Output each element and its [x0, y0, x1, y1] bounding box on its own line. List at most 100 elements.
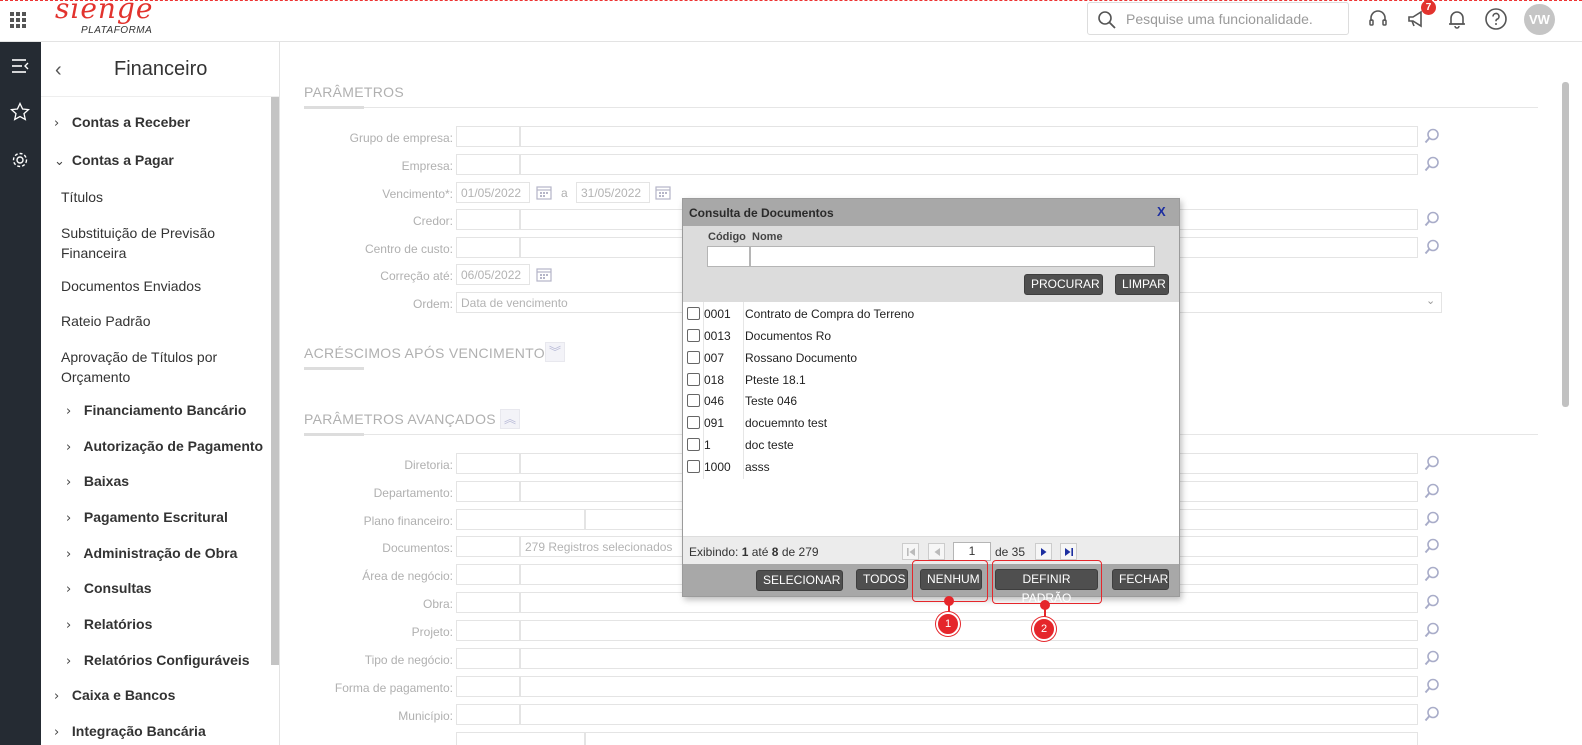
list-item[interactable]: 1000 asss	[687, 457, 1167, 477]
lookup-search-icon[interactable]	[1424, 678, 1440, 694]
list-item[interactable]: 0001 Contrato de Compra do Terreno	[687, 304, 1167, 324]
sidebar-item-contas-receber[interactable]: › Contas a Receber	[54, 114, 190, 131]
area-code-input[interactable]	[456, 564, 520, 585]
bell-icon[interactable]	[1445, 7, 1469, 31]
forma-name-input[interactable]	[520, 676, 1418, 697]
nome-filter-input[interactable]	[750, 246, 1155, 267]
sidebar-item-caixa-bancos[interactable]: › Caixa e Bancos	[54, 687, 175, 704]
plano-code-input[interactable]	[456, 509, 585, 530]
calendar-icon[interactable]	[655, 185, 671, 200]
list-item[interactable]: 018 Pteste 18.1	[687, 370, 1167, 390]
diretoria-code-input[interactable]	[456, 453, 520, 474]
page-number-input[interactable]: 1	[953, 542, 991, 561]
grupo-empresa-code-input[interactable]	[456, 126, 520, 147]
list-item[interactable]: 0013 Documentos Ro	[687, 326, 1167, 346]
prev-page-icon[interactable]	[928, 543, 945, 560]
expand-section-icon[interactable]: ︾	[545, 342, 565, 362]
credor-code-input[interactable]	[456, 209, 520, 230]
close-button[interactable]: X	[1157, 204, 1166, 219]
first-page-icon[interactable]	[902, 543, 919, 560]
obra-code-input[interactable]	[456, 592, 520, 613]
limpar-button[interactable]: LIMPAR	[1115, 274, 1169, 295]
settings-gear-icon[interactable]	[8, 148, 32, 172]
grupo-empresa-name-input[interactable]	[520, 126, 1418, 147]
lookup-search-icon[interactable]	[1424, 128, 1440, 144]
sidebar-item-relatorios[interactable]: › Relatórios	[66, 616, 152, 633]
calendar-icon[interactable]	[536, 267, 552, 282]
sidebar-item-baixas[interactable]: › Baixas	[66, 473, 129, 490]
vencimento-from-input[interactable]: 01/05/2022	[456, 182, 530, 203]
calendar-icon[interactable]	[536, 185, 552, 200]
lookup-search-icon[interactable]	[1424, 156, 1440, 172]
sidebar-item-consultas[interactable]: › Consultas	[66, 580, 152, 597]
lookup-search-icon[interactable]	[1424, 455, 1440, 471]
municipio-code-input[interactable]	[456, 704, 520, 725]
star-icon[interactable]	[8, 100, 32, 124]
next-page-icon[interactable]	[1035, 543, 1052, 560]
list-item[interactable]: 007 Rossano Documento	[687, 348, 1167, 368]
search-input[interactable]	[1126, 9, 1336, 29]
sidebar-item-pagamento-escritural[interactable]: › Pagamento Escritural	[66, 509, 228, 526]
forma-code-input[interactable]	[456, 676, 520, 697]
sidebar-item-autorizacao[interactable]: › Autorização de Pagamento	[66, 438, 263, 455]
lookup-search-icon[interactable]	[1424, 538, 1440, 554]
user-avatar[interactable]: VW	[1524, 4, 1555, 35]
selecionar-button[interactable]: SELECIONAR	[756, 570, 843, 591]
sidebar-item-aprovacao[interactable]: Aprovação de Títulos por Orçamento	[61, 347, 251, 387]
row-checkbox[interactable]	[687, 416, 700, 429]
sidebar-item-administracao-obra[interactable]: › Administração de Obra	[66, 545, 237, 562]
tipo-code-input[interactable]	[456, 648, 520, 669]
row-checkbox[interactable]	[687, 438, 700, 451]
municipio-name-input[interactable]	[520, 704, 1418, 725]
lookup-search-icon[interactable]	[1424, 594, 1440, 610]
fechar-button[interactable]: FECHAR	[1112, 569, 1169, 590]
row-checkbox[interactable]	[687, 351, 700, 364]
help-icon[interactable]	[1484, 7, 1508, 31]
lookup-search-icon[interactable]	[1424, 511, 1440, 527]
menu-collapse-icon[interactable]	[8, 54, 32, 78]
sidebar-item-rateio[interactable]: Rateio Padrão	[61, 313, 151, 329]
page-scrollbar[interactable]	[1562, 82, 1569, 407]
sidebar-item-contas-pagar[interactable]: ⌄ Contas a Pagar	[54, 152, 174, 169]
empresa-code-input[interactable]	[456, 154, 520, 175]
row-checkbox[interactable]	[687, 460, 700, 473]
sidebar-item-financiamento[interactable]: › Financiamento Bancário	[66, 402, 246, 419]
apps-grid-icon[interactable]	[10, 12, 26, 28]
list-item[interactable]: 046 Teste 046	[687, 391, 1167, 411]
list-item[interactable]: 091 docuemnto test	[687, 413, 1167, 433]
correcao-input[interactable]: 06/05/2022	[456, 264, 530, 285]
vencimento-to-input[interactable]: 31/05/2022	[576, 182, 650, 203]
empresa-name-input[interactable]	[520, 154, 1418, 175]
lookup-search-icon[interactable]	[1424, 566, 1440, 582]
next-field-code-input[interactable]	[456, 732, 585, 745]
sidebar-item-substituicao[interactable]: Substituição de Previsão Financeira	[61, 223, 241, 263]
lookup-search-icon[interactable]	[1424, 483, 1440, 499]
lookup-search-icon[interactable]	[1424, 706, 1440, 722]
row-checkbox[interactable]	[687, 394, 700, 407]
tipo-name-input[interactable]	[520, 648, 1418, 669]
headset-icon[interactable]	[1366, 7, 1390, 31]
projeto-name-input[interactable]	[520, 620, 1418, 641]
sienge-logo[interactable]: sienge PLATAFORMA	[55, 0, 175, 36]
sidebar-item-titulos[interactable]: Títulos	[61, 189, 103, 205]
lookup-search-icon[interactable]	[1424, 211, 1440, 227]
codigo-filter-input[interactable]	[707, 246, 750, 267]
list-item[interactable]: 1 doc teste	[687, 435, 1167, 455]
lookup-search-icon[interactable]	[1424, 622, 1440, 638]
documentos-code-input[interactable]	[456, 536, 520, 557]
projeto-code-input[interactable]	[456, 620, 520, 641]
last-page-icon[interactable]	[1060, 543, 1077, 560]
sidebar-item-documentos-enviados[interactable]: Documentos Enviados	[61, 278, 201, 294]
row-checkbox[interactable]	[687, 307, 700, 320]
todos-button[interactable]: TODOS	[856, 569, 908, 590]
collapse-section-icon[interactable]: ︽	[500, 409, 520, 429]
sidebar-item-relatorios-configuraveis[interactable]: › Relatórios Configuráveis	[66, 652, 250, 669]
search-box[interactable]	[1087, 2, 1349, 35]
sidebar-scrollbar[interactable]	[271, 97, 279, 665]
sidebar-item-integracao-bancaria[interactable]: › Integração Bancária	[54, 723, 206, 740]
next-field-name-input[interactable]	[585, 732, 1418, 745]
lookup-search-icon[interactable]	[1424, 239, 1440, 255]
departamento-code-input[interactable]	[456, 481, 520, 502]
row-checkbox[interactable]	[687, 329, 700, 342]
row-checkbox[interactable]	[687, 373, 700, 386]
